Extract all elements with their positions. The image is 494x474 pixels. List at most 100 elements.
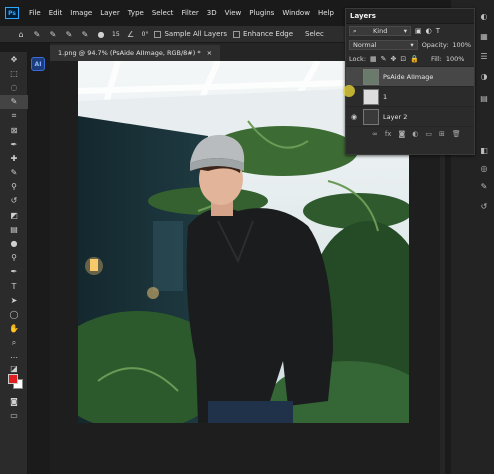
- brush-tool-icon[interactable]: ✎: [0, 166, 28, 180]
- document-tab[interactable]: 1.png @ 94.7% (PsAide AIImage, RGB/8#) *…: [50, 45, 221, 61]
- menu-image[interactable]: Image: [66, 9, 96, 17]
- sample-all-layers-checkbox[interactable]: Sample All Layers: [154, 30, 227, 38]
- lock-transparent-icon[interactable]: ▦: [370, 55, 377, 63]
- dodge-tool-icon[interactable]: ⚲: [0, 251, 28, 265]
- menu-window[interactable]: Window: [278, 9, 314, 17]
- menu-type[interactable]: Type: [124, 9, 148, 17]
- marquee-tool-icon[interactable]: ⬚: [0, 66, 28, 80]
- brush-size-value[interactable]: 15: [112, 31, 120, 38]
- link-layers-icon[interactable]: ∞: [372, 130, 378, 138]
- layers-panel-icon[interactable]: ◧: [478, 144, 490, 156]
- select-subject-button[interactable]: Selec: [305, 30, 324, 38]
- lock-artboard-icon[interactable]: ⊡: [400, 55, 406, 63]
- fill-value[interactable]: 100%: [446, 55, 465, 63]
- enhance-edge-checkbox[interactable]: Enhance Edge: [233, 30, 293, 38]
- menu-plugins[interactable]: Plugins: [245, 9, 278, 17]
- paths-panel-icon[interactable]: ✎: [478, 180, 490, 192]
- frame-tool-icon[interactable]: ⊠: [0, 123, 28, 137]
- hand-tool-icon[interactable]: ✋: [0, 322, 28, 336]
- add-mask-icon[interactable]: ◙: [398, 130, 405, 138]
- adjustment-layer-icon[interactable]: ◐: [412, 130, 418, 138]
- add-to-selection-icon[interactable]: ✎: [64, 29, 74, 39]
- healing-brush-tool-icon[interactable]: ✚: [0, 151, 28, 165]
- crop-tool-icon[interactable]: ⌗: [0, 109, 28, 123]
- type-tool-icon[interactable]: T: [0, 279, 28, 293]
- subtract-selection-icon[interactable]: ✎: [80, 29, 90, 39]
- zoom-tool-icon[interactable]: ⌕: [0, 336, 28, 350]
- blur-tool-icon[interactable]: ●: [0, 236, 28, 250]
- pen-tool-icon[interactable]: ✒: [0, 265, 28, 279]
- angle-value[interactable]: 0°: [142, 31, 149, 38]
- lasso-tool-icon[interactable]: ◌: [0, 80, 28, 94]
- psaide-ai-button[interactable]: AI: [31, 57, 45, 71]
- brush-size-icon[interactable]: ●: [96, 29, 106, 39]
- quick-selection-tool-icon[interactable]: ✎: [0, 94, 28, 109]
- angle-icon: ∠: [127, 29, 135, 39]
- color-panel-icon[interactable]: ◐: [478, 10, 490, 22]
- eyedropper-tool-icon[interactable]: ✒: [0, 137, 28, 151]
- lock-position-icon[interactable]: ✥: [391, 55, 397, 63]
- filter-type-icon[interactable]: T: [436, 27, 440, 35]
- new-group-icon[interactable]: ▭: [425, 130, 432, 138]
- layers-panel-header: Layers: [346, 9, 474, 24]
- delete-layer-icon[interactable]: 🗑: [452, 130, 461, 138]
- swatches-panel-icon[interactable]: ▦: [478, 30, 490, 42]
- adjustments-panel-icon[interactable]: ◑: [478, 70, 490, 82]
- menu-help[interactable]: Help: [314, 9, 338, 17]
- menu-items: File Edit Image Layer Type Select Filter…: [25, 9, 338, 17]
- close-tab-icon[interactable]: ×: [207, 49, 212, 57]
- eraser-tool-icon[interactable]: ◩: [0, 208, 28, 222]
- layers-tab[interactable]: Layers: [350, 12, 376, 20]
- lock-all-icon[interactable]: 🔒: [410, 55, 419, 63]
- fx-icon[interactable]: fx: [385, 130, 392, 138]
- blend-mode-select[interactable]: Normal ▾: [349, 40, 418, 50]
- filter-adjustment-icon[interactable]: ◐: [426, 27, 432, 35]
- app-logo[interactable]: Ps: [5, 7, 19, 19]
- screen-mode-icon[interactable]: ▭: [0, 408, 28, 422]
- new-selection-icon[interactable]: ✎: [48, 29, 58, 39]
- checkbox-icon: [233, 30, 241, 38]
- gradient-tool-icon[interactable]: ▤: [0, 222, 28, 236]
- layer-thumbnail: [363, 88, 379, 105]
- lock-image-icon[interactable]: ✎: [381, 55, 387, 63]
- channels-panel-icon[interactable]: ◎: [478, 162, 490, 174]
- filter-kind-select[interactable]: ⌕ Kind ▾: [349, 26, 411, 36]
- layers-footer: ∞ fx ◙ ◐ ▭ ⊞ 🗑: [346, 126, 474, 140]
- default-colors-icon[interactable]: ◪: [0, 364, 28, 373]
- menu-3d[interactable]: 3D: [203, 9, 221, 17]
- libraries-panel-icon[interactable]: ▤: [478, 92, 490, 104]
- new-layer-icon[interactable]: ⊞: [439, 130, 445, 138]
- quick-selection-tool-icon[interactable]: ✎: [32, 29, 42, 39]
- shape-tool-icon[interactable]: ◯: [0, 307, 28, 321]
- menu-layer[interactable]: Layer: [96, 9, 124, 17]
- clone-stamp-tool-icon[interactable]: ⚲: [0, 180, 28, 194]
- color-swatches[interactable]: [0, 372, 27, 394]
- history-brush-tool-icon[interactable]: ↺: [0, 194, 28, 208]
- document-title: 1.png @ 94.7% (PsAide AIImage, RGB/8#) *: [58, 49, 201, 57]
- blend-row: Normal ▾ Opacity: 100%: [346, 38, 474, 52]
- eye-icon[interactable]: ◉: [349, 113, 359, 121]
- filter-pixel-icon[interactable]: ▣: [415, 27, 422, 35]
- foreground-color-swatch[interactable]: [8, 374, 18, 385]
- path-selection-tool-icon[interactable]: ➤: [0, 293, 28, 307]
- more-tools-icon[interactable]: ⋯: [0, 350, 28, 364]
- properties-panel-icon[interactable]: ☰: [478, 50, 490, 62]
- menu-filter[interactable]: Filter: [177, 9, 202, 17]
- layer-name: PsAide AIImage: [383, 72, 434, 81]
- layer-item[interactable]: 1: [346, 86, 474, 106]
- opacity-value[interactable]: 100%: [452, 41, 471, 49]
- menu-select[interactable]: Select: [148, 9, 178, 17]
- menu-view[interactable]: View: [221, 9, 246, 17]
- home-icon[interactable]: ⌂: [16, 29, 26, 39]
- filter-kind-label: Kind: [373, 27, 388, 35]
- enhance-edge-label: Enhance Edge: [243, 30, 294, 38]
- quick-mask-icon[interactable]: ◙: [0, 394, 28, 408]
- layer-item[interactable]: ◉ Layer 2: [346, 106, 474, 126]
- layer-name: Layer 2: [383, 112, 408, 121]
- menu-file[interactable]: File: [25, 9, 45, 17]
- move-tool-icon[interactable]: ✥: [0, 52, 28, 66]
- layer-thumbnail: [363, 108, 379, 125]
- menu-edit[interactable]: Edit: [45, 9, 67, 17]
- history-panel-icon[interactable]: ↺: [478, 200, 490, 212]
- layer-item[interactable]: PsAide AIImage: [346, 66, 474, 86]
